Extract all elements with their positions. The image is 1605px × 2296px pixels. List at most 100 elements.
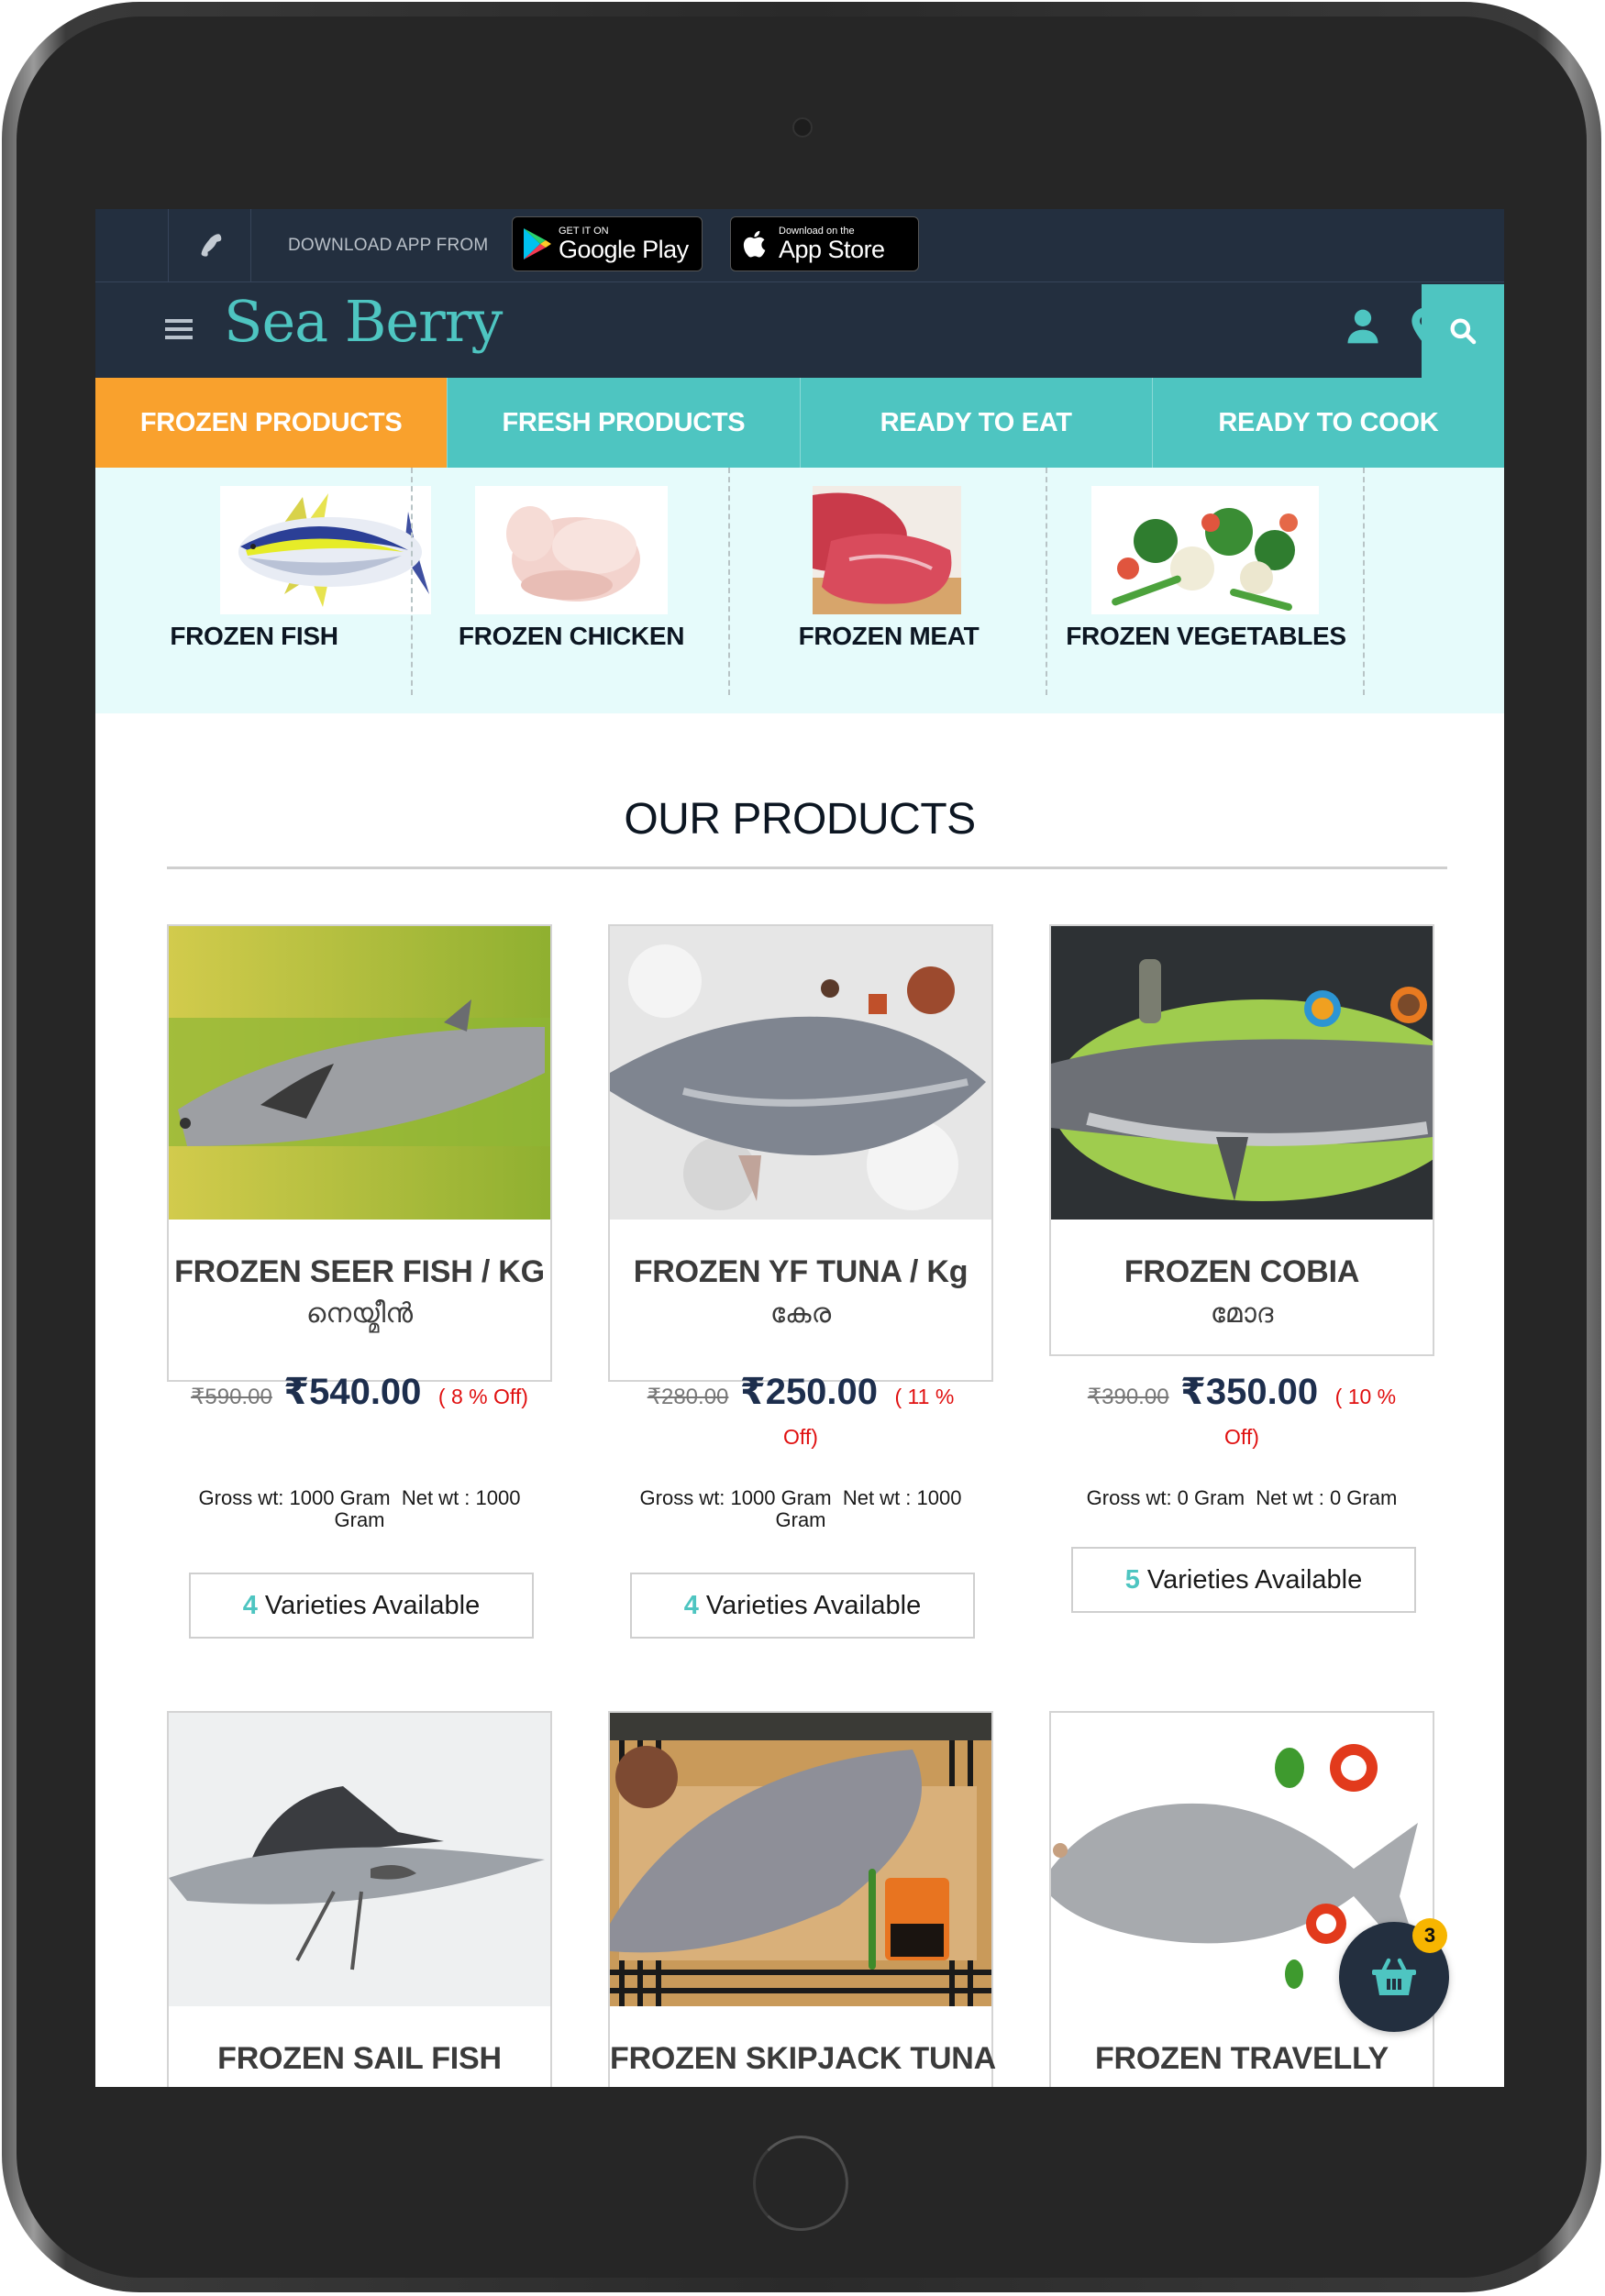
user-icon bbox=[1347, 309, 1378, 344]
gross-weight: Gross wt: 0 Gram bbox=[1086, 1486, 1245, 1509]
product-image bbox=[610, 1713, 991, 2006]
download-app-label: DOWNLOAD APP FROM bbox=[288, 236, 489, 255]
divider bbox=[1363, 468, 1365, 695]
cobia-image-icon bbox=[1051, 926, 1433, 1220]
original-price: ₹590.00 bbox=[191, 1385, 272, 1409]
varieties-button[interactable]: 5 Varieties Available bbox=[1071, 1547, 1416, 1613]
hamburger-icon-bar bbox=[165, 327, 193, 331]
product-title: FROZEN TRAVELLY bbox=[1094, 2041, 1389, 2076]
top-bar: DOWNLOAD APP FROM GET IT ON Google Play … bbox=[95, 209, 1504, 282]
subcategory-label: FROZEN CHICKEN bbox=[458, 622, 685, 650]
frozen-vegetables-image bbox=[1091, 486, 1319, 614]
subcategory-strip: FROZEN FISH FROZEN CHICKEN FROZEN MEAT F… bbox=[95, 468, 1504, 713]
product-card[interactable]: FROZEN TRAVELLY bbox=[1049, 1711, 1434, 2087]
yf-tuna-image-icon bbox=[610, 926, 991, 1220]
subcategory-label: FROZEN FISH bbox=[170, 622, 338, 650]
product-local-name: മോദ bbox=[1210, 1298, 1274, 1329]
section-title: OUR PRODUCTS bbox=[624, 795, 976, 844]
tab-ready-to-eat[interactable]: READY TO EAT bbox=[799, 378, 1152, 468]
tab-frozen-products[interactable]: FROZEN PRODUCTS bbox=[95, 378, 448, 488]
product-local-name: നെയ്മീൻ bbox=[305, 1298, 414, 1329]
product-title: FROZEN SAIL FISH bbox=[217, 2041, 502, 2076]
vegetables-image-icon bbox=[1091, 486, 1319, 614]
top-bar-spacer bbox=[95, 209, 169, 282]
app-store-big-text: App Store bbox=[779, 236, 885, 263]
frozen-meat-image bbox=[813, 486, 961, 614]
product-card[interactable]: FROZEN COBIA മോദ ₹390.00 ₹350.00 ( 10 % … bbox=[1049, 924, 1434, 1613]
product-weights: Gross wt: 1000 Gram Net wt : 1000 Gram bbox=[182, 1487, 537, 1531]
phone-button[interactable] bbox=[169, 209, 251, 282]
tab-fresh-products[interactable]: FRESH PRODUCTS bbox=[447, 378, 799, 468]
subcategory-frozen-meat[interactable]: FROZEN MEAT bbox=[730, 468, 1047, 695]
sale-price: ₹350.00 bbox=[1180, 1372, 1319, 1412]
sale-price: ₹250.00 bbox=[739, 1372, 879, 1412]
varieties-button[interactable]: 4 Varieties Available bbox=[630, 1573, 975, 1639]
menu-button[interactable] bbox=[165, 314, 193, 345]
section-divider bbox=[167, 867, 1447, 869]
sale-price: ₹540.00 bbox=[283, 1372, 422, 1412]
sail-fish-image-icon bbox=[169, 1713, 550, 2006]
google-play-badge[interactable]: GET IT ON Google Play bbox=[512, 216, 703, 271]
account-button[interactable] bbox=[1343, 306, 1383, 347]
subcategory-frozen-fish[interactable]: FROZEN FISH bbox=[95, 468, 431, 695]
apple-icon bbox=[743, 230, 766, 258]
subcategory-label: FROZEN MEAT bbox=[798, 622, 980, 650]
skipjack-tuna-image-icon bbox=[610, 1713, 991, 2006]
varieties-label: Varieties Available bbox=[705, 1590, 922, 1620]
varieties-count: 5 bbox=[1124, 1564, 1140, 1595]
product-image bbox=[1051, 926, 1433, 1220]
app-store-badge[interactable]: Download on the App Store bbox=[730, 216, 919, 271]
varieties-count: 4 bbox=[242, 1590, 258, 1620]
product-prices: ₹390.00 ₹350.00 ( 10 % Off) bbox=[1069, 1374, 1414, 1459]
discount-label: ( 8 % Off) bbox=[437, 1385, 528, 1408]
phone-icon bbox=[201, 234, 221, 257]
hamburger-icon-bar bbox=[165, 319, 193, 323]
google-play-big-text: Google Play bbox=[559, 236, 689, 263]
chicken-image-icon bbox=[475, 486, 668, 614]
product-local-name: കേര bbox=[769, 1298, 832, 1329]
search-button[interactable] bbox=[1422, 284, 1504, 378]
product-title: FROZEN SEER FISH / KG bbox=[174, 1254, 545, 1289]
subcategory-frozen-chicken[interactable]: FROZEN CHICKEN bbox=[413, 468, 730, 695]
varieties-button[interactable]: 4 Varieties Available bbox=[189, 1573, 534, 1639]
varieties-label: Varieties Available bbox=[1146, 1564, 1363, 1595]
product-weights: Gross wt: 0 Gram Net wt : 0 Gram bbox=[1064, 1487, 1420, 1509]
front-camera bbox=[792, 117, 813, 138]
meat-image-icon bbox=[813, 486, 961, 614]
gross-weight: Gross wt: 1000 Gram bbox=[198, 1486, 391, 1509]
screen: DOWNLOAD APP FROM GET IT ON Google Play … bbox=[95, 209, 1504, 2087]
product-card[interactable]: FROZEN YF TUNA / Kg കേര ₹280.00 ₹250.00 … bbox=[608, 924, 993, 1639]
gross-weight: Gross wt: 1000 Gram bbox=[639, 1486, 832, 1509]
category-tabs: FROZEN PRODUCTS FRESH PRODUCTS READY TO … bbox=[95, 378, 1504, 488]
tab-ready-to-cook[interactable]: READY TO COOK bbox=[1151, 378, 1504, 468]
product-card[interactable]: FROZEN SAIL FISH bbox=[167, 1711, 552, 2087]
product-image bbox=[169, 926, 550, 1220]
net-weight: Net wt : 0 Gram bbox=[1256, 1486, 1398, 1509]
site-header: Sea Berry bbox=[95, 282, 1504, 378]
hamburger-icon-bar bbox=[165, 336, 193, 339]
varieties-count: 4 bbox=[683, 1590, 699, 1620]
seer-fish-image-icon bbox=[169, 926, 550, 1220]
home-button[interactable] bbox=[753, 2136, 848, 2231]
original-price: ₹390.00 bbox=[1087, 1385, 1169, 1409]
product-title: FROZEN YF TUNA / Kg bbox=[633, 1254, 969, 1289]
subcategory-frozen-vegetables[interactable]: FROZEN VEGETABLES bbox=[1047, 468, 1365, 695]
frozen-chicken-image bbox=[475, 486, 668, 614]
search-icon bbox=[1450, 318, 1477, 345]
product-card[interactable]: FROZEN SKIPJACK TUNA bbox=[608, 1711, 997, 2087]
product-card[interactable]: FROZEN SEER FISH / KG നെയ്മീൻ ₹590.00 ₹5… bbox=[167, 924, 552, 1639]
subcategory-label: FROZEN VEGETABLES bbox=[1066, 622, 1346, 650]
original-price: ₹280.00 bbox=[647, 1385, 729, 1409]
google-play-icon bbox=[524, 228, 551, 259]
product-title: FROZEN SKIPJACK TUNA bbox=[610, 2041, 997, 2076]
cart-count-badge: 3 bbox=[1412, 1918, 1447, 1953]
frozen-fish-image bbox=[220, 486, 431, 614]
product-weights: Gross wt: 1000 Gram Net wt : 1000 Gram bbox=[623, 1487, 979, 1531]
basket-icon bbox=[1372, 1958, 1416, 1995]
varieties-label: Varieties Available bbox=[264, 1590, 481, 1620]
product-prices: ₹280.00 ₹250.00 ( 11 % Off) bbox=[628, 1374, 973, 1459]
site-logo[interactable]: Sea Berry bbox=[224, 288, 503, 355]
tuna-illustration-icon bbox=[220, 486, 431, 614]
product-prices: ₹590.00 ₹540.00 ( 8 % Off) bbox=[187, 1374, 532, 1418]
product-image bbox=[169, 1713, 550, 2006]
